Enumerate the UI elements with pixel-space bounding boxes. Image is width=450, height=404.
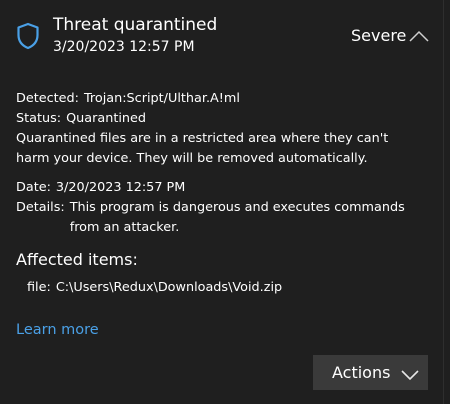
status-value: Quarantined	[66, 111, 147, 126]
affected-item-path: C:\Users\Redux\Downloads\Void.zip	[55, 280, 283, 295]
chevron-down-icon	[400, 366, 420, 381]
learn-more-link[interactable]: Learn more	[16, 320, 99, 340]
chevron-up-icon	[409, 30, 429, 42]
threat-title: Threat quarantined	[53, 15, 218, 35]
actions-button[interactable]: Actions	[313, 355, 428, 390]
collapse-button[interactable]	[407, 28, 431, 44]
detected-row: Detected: Trojan:Script/Ulthar.A!ml	[16, 89, 240, 109]
detected-label: Detected:	[16, 91, 79, 106]
status-label: Status:	[16, 111, 62, 126]
affected-item-label: file:	[27, 280, 51, 295]
severity-label: Severe	[351, 26, 407, 45]
details-row: Details: This program is dangerous and e…	[16, 198, 410, 238]
detected-value: Trojan:Script/Ulthar.A!ml	[83, 91, 240, 106]
quarantine-description: Quarantined files are in a restricted ar…	[16, 131, 389, 166]
shield-icon	[16, 22, 40, 50]
date-value: 3/20/2023 12:57 PM	[55, 180, 186, 195]
date-row: Date: 3/20/2023 12:57 PM	[16, 178, 185, 198]
actions-label: Actions	[332, 362, 391, 382]
status-row: Status: Quarantined	[16, 109, 146, 129]
details-value: This program is dangerous and executes c…	[69, 200, 405, 235]
threat-timestamp: 3/20/2023 12:57 PM	[53, 39, 195, 55]
threat-card: Threat quarantined 3/20/2023 12:57 PM Se…	[0, 0, 444, 404]
affected-item: file: C:\Users\Redux\Downloads\Void.zip	[27, 278, 282, 298]
date-label: Date:	[16, 180, 51, 195]
affected-items-heading: Affected items:	[16, 250, 138, 269]
details-label: Details:	[16, 200, 65, 215]
